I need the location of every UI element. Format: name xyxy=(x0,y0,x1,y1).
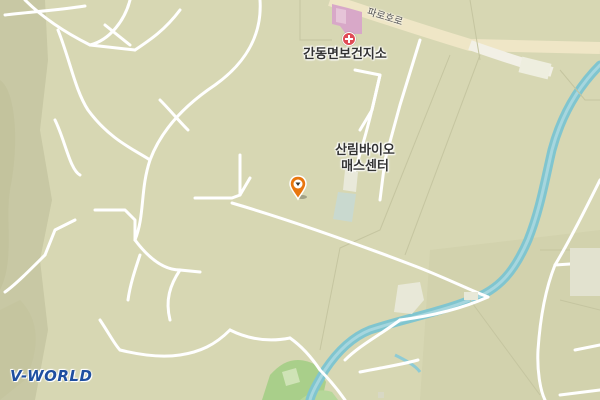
vworld-logo: V-WORLD xyxy=(10,367,93,385)
hospital-cross-icon[interactable] xyxy=(342,32,356,46)
health-center-label[interactable]: 간동면보건지소 xyxy=(292,47,398,63)
bio-center-label[interactable]: 산림바이오 매스센터 xyxy=(320,143,410,175)
map-view[interactable]: 간동면보건지소 파로호로 산림바이오 매스센터 V-WORLD xyxy=(0,0,600,400)
